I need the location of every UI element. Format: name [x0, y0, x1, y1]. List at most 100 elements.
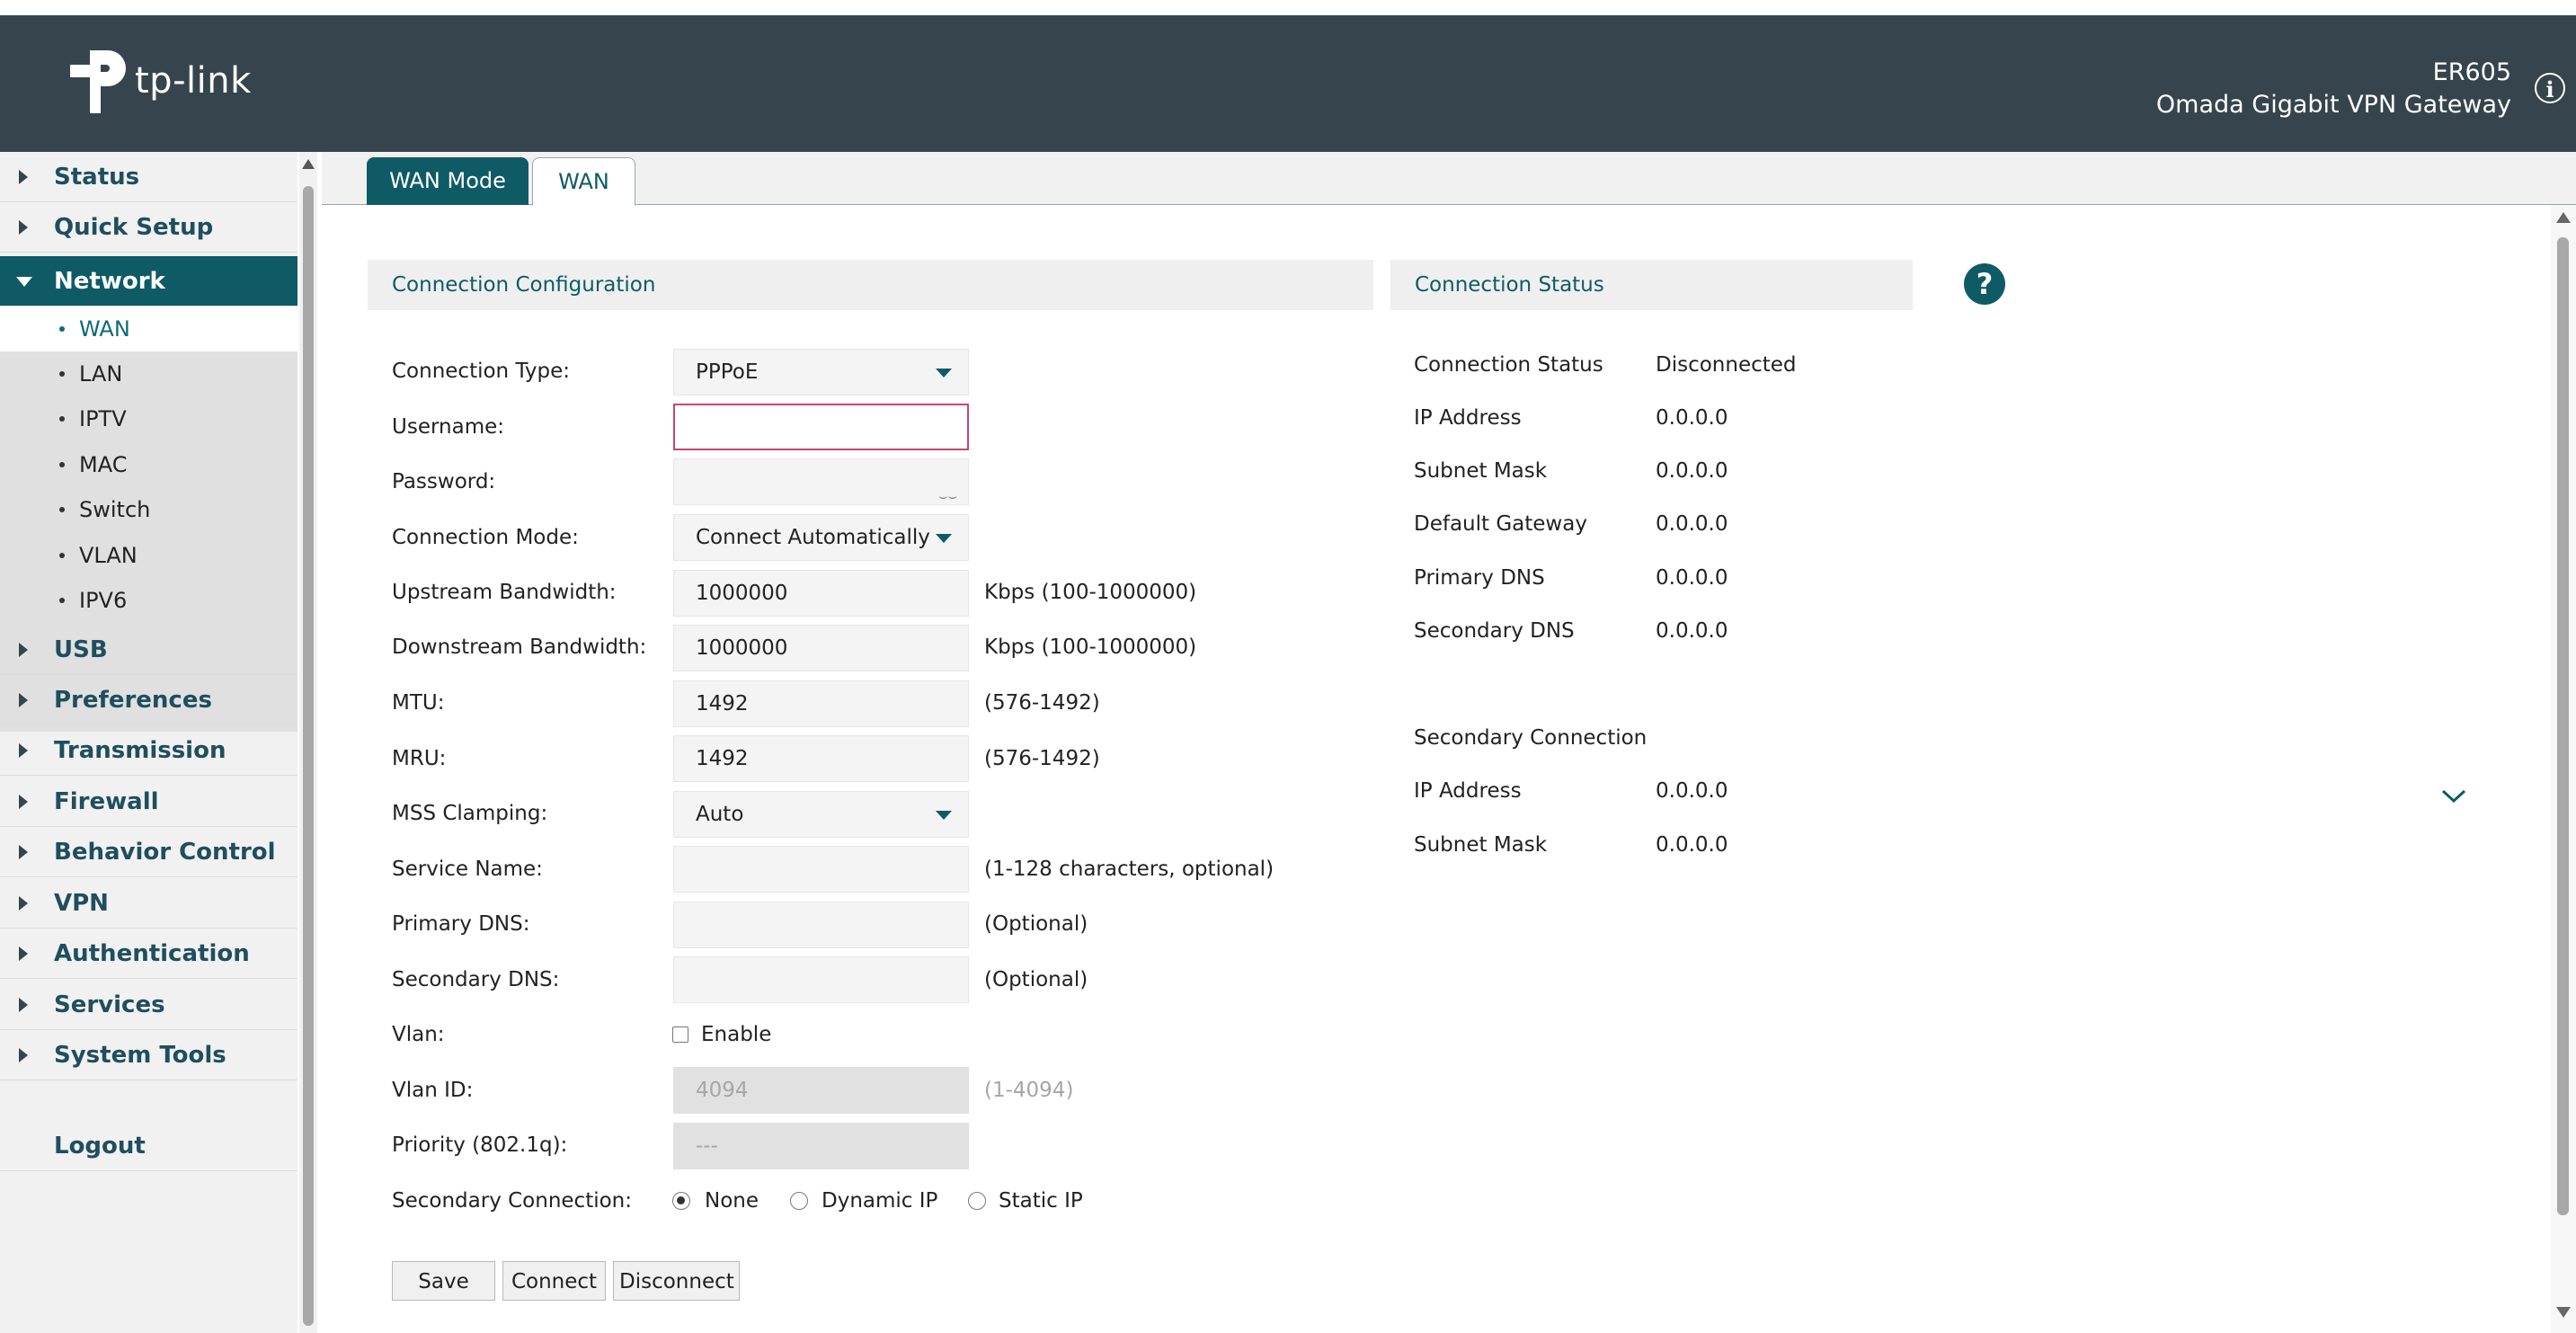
- subitem-label: Switch: [79, 497, 151, 522]
- mtu-input[interactable]: 1492: [673, 680, 969, 727]
- downstream-bandwidth-label: Downstream Bandwidth:: [392, 635, 647, 659]
- secondary-connection-static-radio[interactable]: [968, 1192, 986, 1210]
- downstream-bandwidth-input[interactable]: 1000000: [673, 625, 969, 671]
- eye-closed-icon[interactable]: ⌣⌣: [938, 474, 957, 519]
- dropdown-caret-icon: [936, 534, 952, 543]
- mtu-label: MTU:: [392, 691, 445, 715]
- sidebar-item-label: Transmission: [54, 737, 227, 764]
- vlan-id-input: 4094: [673, 1067, 969, 1114]
- secondary-connection-none-radio[interactable]: [672, 1192, 690, 1210]
- disconnect-button[interactable]: Disconnect: [613, 1261, 740, 1301]
- scrollbar-thumb[interactable]: [2557, 237, 2569, 1215]
- caret-right-icon: [19, 845, 28, 859]
- vlan-label: Vlan:: [392, 1023, 445, 1046]
- mss-clamping-select[interactable]: Auto: [673, 791, 969, 838]
- sidebar-item-services[interactable]: Services: [0, 980, 298, 1030]
- info-icon[interactable]: i: [2535, 73, 2565, 103]
- caret-right-icon: [19, 170, 28, 184]
- mtu-hint: (576-1492): [984, 691, 1100, 715]
- sidebar-item-label: Behavior Control: [54, 839, 276, 866]
- connection-type-value: PPPoE: [696, 360, 759, 384]
- sidebar-item-label: Quick Setup: [54, 214, 214, 241]
- save-button[interactable]: Save: [392, 1261, 495, 1301]
- sidebar-item-network[interactable]: Network: [0, 256, 298, 307]
- tab-wan[interactable]: WAN: [532, 157, 635, 206]
- secondary-connection-dynamic-radio[interactable]: [790, 1192, 808, 1210]
- sidebar-item-label: Logout: [54, 1133, 146, 1160]
- secondary-connection-title: Secondary Connection: [1414, 726, 1648, 750]
- primary-dns-hint: (Optional): [984, 912, 1088, 936]
- model-name: ER605: [2432, 58, 2511, 86]
- sidebar-subitem-mac[interactable]: MAC: [0, 442, 298, 487]
- connection-type-select[interactable]: PPPoE: [673, 349, 969, 395]
- status-value-primary-dns: 0.0.0.0: [1656, 566, 1728, 590]
- tab-bar: WAN Mode WAN: [322, 152, 2576, 206]
- priority-input: ---: [673, 1123, 969, 1169]
- priority-label: Priority (802.1q):: [392, 1133, 568, 1157]
- sidebar-item-firewall[interactable]: Firewall: [0, 777, 298, 827]
- mru-input[interactable]: 1492: [673, 735, 969, 782]
- connection-mode-label: Connection Mode:: [392, 526, 579, 549]
- sidebar-subitem-iptv[interactable]: IPTV: [0, 396, 298, 441]
- sidebar-item-quick-setup[interactable]: Quick Setup: [0, 202, 298, 253]
- secondary-dns-input[interactable]: [673, 956, 969, 1003]
- main-scrollbar[interactable]: [2551, 205, 2576, 1333]
- caret-down-icon: [16, 277, 32, 287]
- upstream-bandwidth-input[interactable]: 1000000: [673, 570, 969, 617]
- sidebar-subitem-lan[interactable]: LAN: [0, 351, 298, 396]
- sidebar-subitem-switch[interactable]: Switch: [0, 487, 298, 532]
- sidebar-item-vpn[interactable]: VPN: [0, 878, 298, 929]
- status-value-default-gateway: 0.0.0.0: [1656, 512, 1728, 536]
- sidebar-subitem-wan[interactable]: WAN: [0, 307, 298, 351]
- scroll-down-icon[interactable]: [2556, 1307, 2571, 1318]
- sidebar-item-behavior-control[interactable]: Behavior Control: [0, 827, 298, 877]
- connect-button[interactable]: Connect: [502, 1261, 606, 1301]
- caret-right-icon: [19, 643, 28, 657]
- connection-mode-select[interactable]: Connect Automatically: [673, 514, 969, 561]
- bullet-icon: [59, 553, 65, 558]
- secondary-value-subnet-mask: 0.0.0.0: [1656, 833, 1728, 857]
- sidebar-item-status[interactable]: Status: [0, 152, 298, 202]
- username-input[interactable]: [673, 404, 969, 450]
- scrollbar-thumb[interactable]: [303, 186, 314, 1326]
- vlan-id-hint: (1-4094): [984, 1079, 1074, 1102]
- sidebar-item-usb[interactable]: USB: [0, 625, 298, 675]
- dropdown-caret-icon: [936, 369, 952, 378]
- connection-status-header: Connection Status: [1390, 260, 1913, 310]
- vlan-enable-checkbox[interactable]: [672, 1026, 688, 1043]
- help-icon[interactable]: ?: [1964, 263, 2005, 305]
- primary-dns-label: Primary DNS:: [392, 912, 530, 936]
- sidebar-item-label: Authentication: [54, 940, 250, 967]
- sidebar-item-logout[interactable]: Logout: [0, 1121, 298, 1171]
- sidebar-item-system-tools[interactable]: System Tools: [0, 1030, 298, 1080]
- sidebar: Status Quick Setup Network WAN LAN IPTV …: [0, 152, 298, 1333]
- secondary-dns-label: Secondary DNS:: [392, 968, 560, 991]
- primary-dns-input[interactable]: [673, 902, 969, 948]
- secondary-connection-none-label[interactable]: None: [705, 1189, 759, 1213]
- scroll-up-icon[interactable]: [302, 159, 315, 169]
- password-label: Password:: [392, 470, 496, 493]
- tab-wan-mode[interactable]: WAN Mode: [367, 157, 529, 205]
- scroll-up-icon[interactable]: [2556, 212, 2571, 223]
- sidebar-subitem-ipv6[interactable]: IPV6: [0, 578, 298, 623]
- vlan-enable-label[interactable]: Enable: [701, 1023, 771, 1046]
- secondary-connection-dynamic-label[interactable]: Dynamic IP: [822, 1189, 937, 1213]
- secondary-dns-hint: (Optional): [984, 968, 1088, 991]
- chevron-down-icon[interactable]: [2439, 786, 2468, 807]
- product-info: ER605 Omada Gigabit VPN Gateway: [2156, 57, 2511, 121]
- sidebar-item-authentication[interactable]: Authentication: [0, 929, 298, 979]
- sidebar-item-preferences[interactable]: Preferences: [0, 675, 298, 725]
- password-input[interactable]: ⌣⌣: [673, 458, 969, 505]
- sidebar-scrollbar[interactable]: [299, 152, 317, 1333]
- logo-text: tp-link: [135, 60, 252, 102]
- service-name-input[interactable]: [673, 846, 969, 893]
- sidebar-item-transmission[interactable]: Transmission: [0, 725, 298, 776]
- caret-right-icon: [19, 795, 28, 809]
- status-label-default-gateway: Default Gateway: [1414, 512, 1587, 536]
- caret-right-icon: [19, 220, 28, 235]
- sidebar-item-label: Network: [54, 268, 165, 295]
- sidebar-subitem-vlan[interactable]: VLAN: [0, 533, 298, 578]
- subitem-label: WAN: [79, 316, 130, 342]
- secondary-connection-static-label[interactable]: Static IP: [999, 1189, 1083, 1213]
- upstream-bandwidth-hint: Kbps (100-1000000): [984, 581, 1197, 604]
